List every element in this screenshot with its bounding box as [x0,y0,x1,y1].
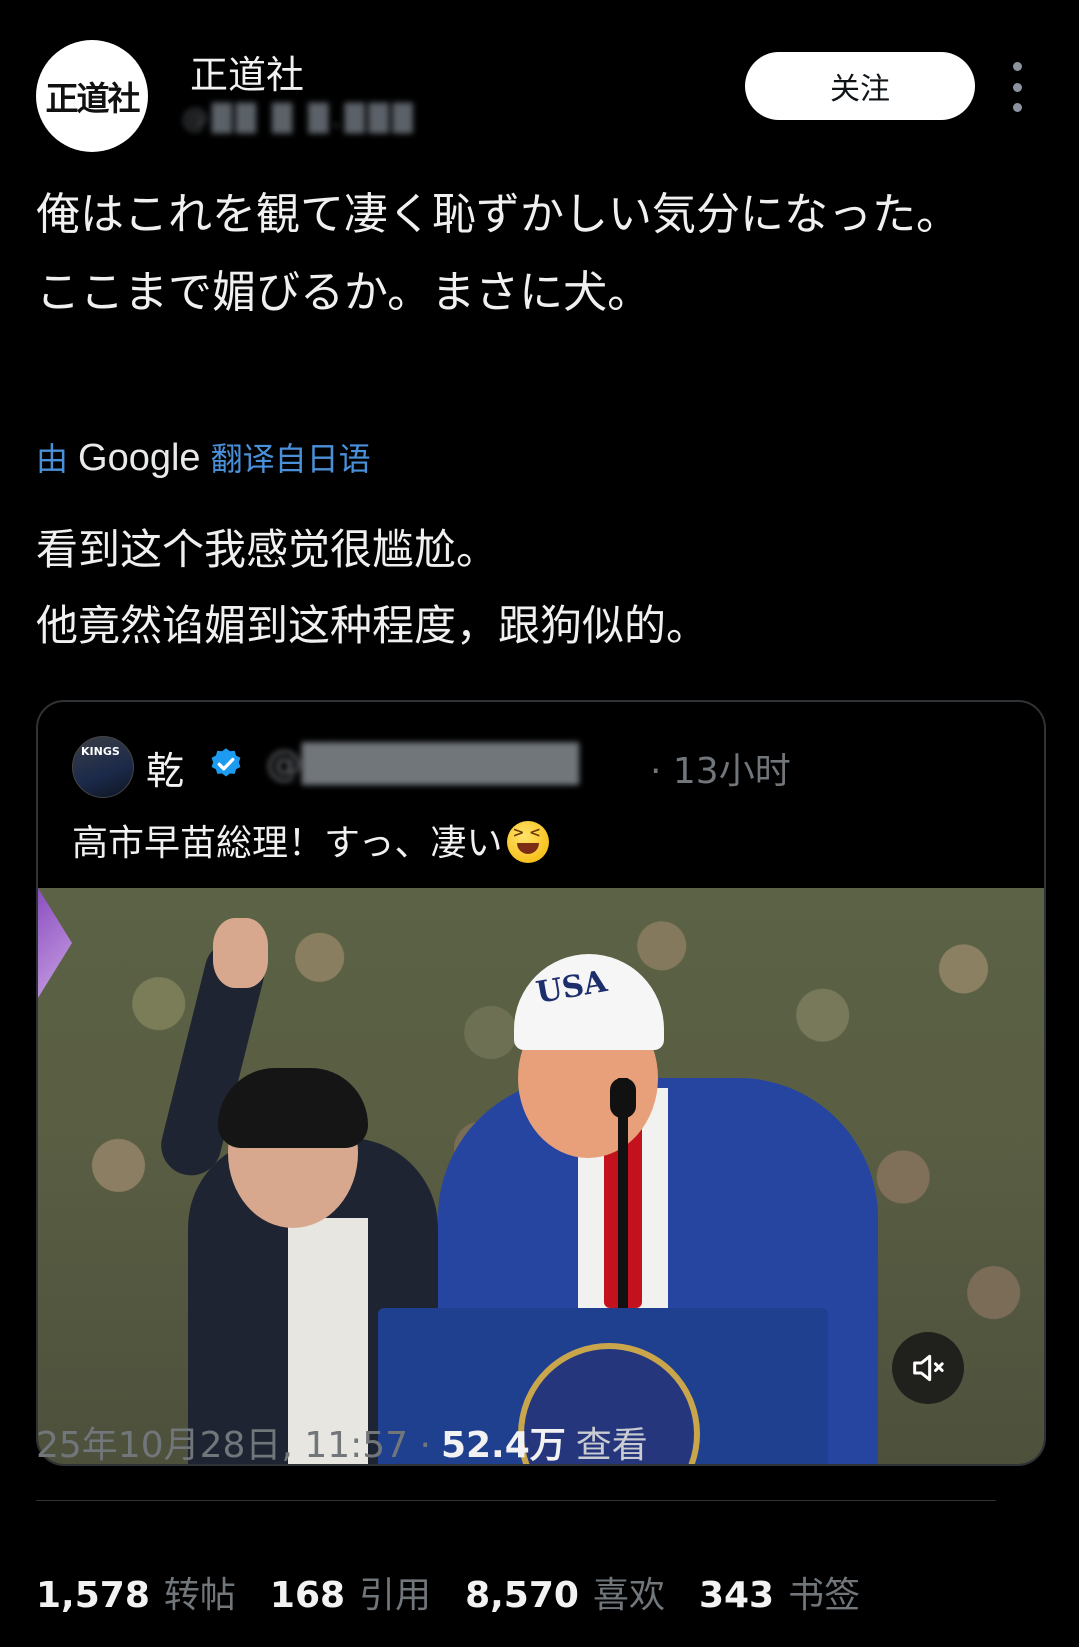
reposts-stat[interactable]: 1,578 转帖 [36,1566,236,1618]
bookmarks-label: 书签 [788,1575,861,1616]
quotes-stat[interactable]: 168 引用 [270,1566,431,1618]
translate-suffix: 翻译自日语 [210,440,371,478]
quoted-text-line: 高市早苗総理！すっ、凄い [72,814,549,866]
google-logo: Google [78,437,201,479]
reposts-count: 1,578 [36,1575,150,1616]
speaker-muted-icon[interactable] [892,1332,964,1404]
bookmarks-stat[interactable]: 343 书签 [699,1566,860,1618]
quoted-text: 高市早苗総理！すっ、凄い [72,823,503,864]
quoted-post-card[interactable]: KINGS 乾 @██████████ · 13小时 高市早苗総理！すっ、凄い … [36,700,1046,1466]
quoted-display-name[interactable]: 乾 [146,740,184,795]
engagement-stats: 1,578 转帖 168 引用 8,570 喜欢 343 书签 [36,1566,860,1618]
video-player[interactable]: USA [38,888,1044,1464]
divider [36,1500,996,1501]
views-count: 52.4万 [440,1425,566,1466]
quoted-handle: @██████████ [266,744,579,785]
grinning-squinting-face-icon [506,821,549,863]
account-avatar[interactable]: 正道社 [36,40,148,152]
likes-count: 8,570 [465,1575,579,1616]
views-label: 查看 [575,1425,648,1466]
translate-prefix: 由 [36,440,69,478]
translated-text: 看到这个我感觉很尴尬。 他竟然谄媚到这种程度，跟狗似的。 [36,525,709,650]
avatar-logo-text: 正道社 [45,79,141,118]
verified-badge-icon [211,748,241,777]
post-timestamp[interactable]: 25年10月28日, 11:57 · [36,1416,431,1468]
microphone [610,1078,636,1118]
translation-attribution[interactable]: 由 Google 翻译自日语 [36,434,371,480]
bookmarks-count: 343 [698,1575,775,1616]
reposts-label: 转帖 [163,1575,236,1616]
user-handle: @██ █ █.███ [182,104,417,134]
raised-hand [213,918,268,988]
likes-stat[interactable]: 8,570 喜欢 [465,1566,665,1618]
post-text: 俺はこれを観て凄く恥ずかしい気分になった。 ここまで媚びるか。まさに犬。 [36,189,960,318]
display-name[interactable]: 正道社 [190,44,304,99]
woman-hair [218,1068,368,1148]
post-meta: 25年10月28日, 11:57 · 52.4万 查看 [36,1416,648,1468]
more-vertical-icon[interactable] [1010,62,1024,112]
quotes-count: 168 [269,1575,346,1616]
graphic-overlay [38,888,72,998]
quoted-avatar[interactable]: KINGS [72,736,134,798]
quoted-avatar-text: KINGS [81,745,120,758]
quotes-label: 引用 [359,1575,432,1616]
likes-label: 喜欢 [592,1575,665,1616]
follow-button[interactable]: 关注 [745,52,975,120]
quoted-timestamp[interactable]: · 13小时 [650,742,791,794]
